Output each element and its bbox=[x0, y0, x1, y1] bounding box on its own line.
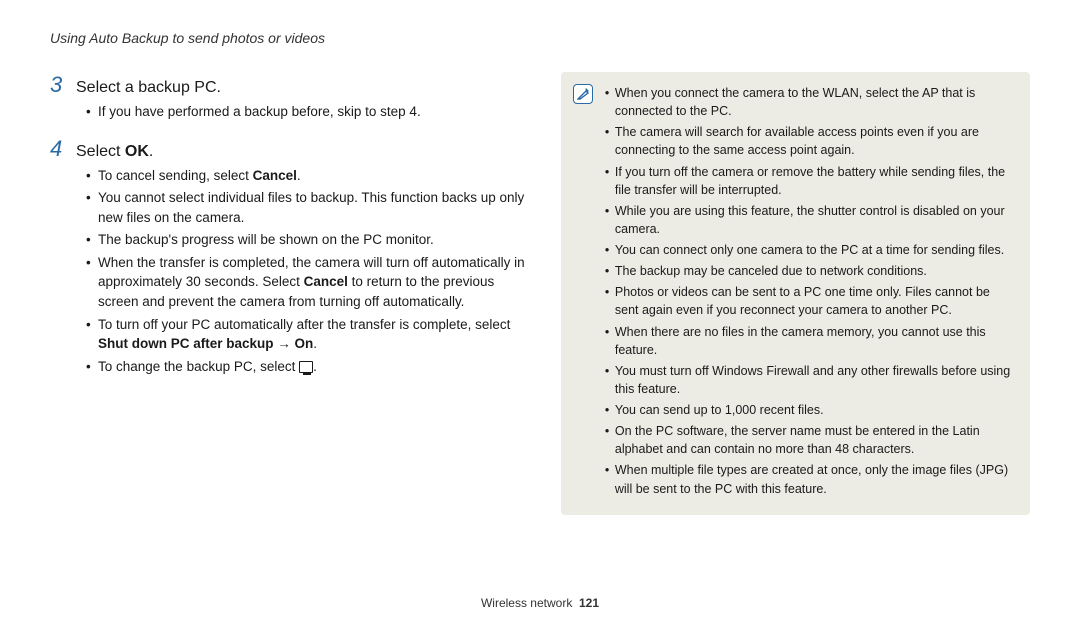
step-number: 4 bbox=[50, 136, 66, 162]
bullet-pre: To change the backup PC, select bbox=[98, 359, 299, 374]
note-icon bbox=[573, 84, 593, 104]
bullet-post: . bbox=[313, 336, 317, 351]
note-item: Photos or videos can be sent to a PC one… bbox=[605, 283, 1014, 319]
step-4-bullets: To cancel sending, select Cancel. You ca… bbox=[50, 166, 537, 377]
note-item: You must turn off Windows Firewall and a… bbox=[605, 362, 1014, 398]
list-item: When the transfer is completed, the came… bbox=[86, 253, 537, 312]
page: Using Auto Backup to send photos or vide… bbox=[0, 0, 1080, 515]
footer-page-number: 121 bbox=[579, 596, 599, 610]
step-title-bold: OK bbox=[125, 143, 149, 160]
note-item: If you turn off the camera or remove the… bbox=[605, 163, 1014, 199]
list-item: The backup's progress will be shown on t… bbox=[86, 230, 537, 250]
bullet-text: You cannot select individual files to ba… bbox=[98, 190, 524, 225]
footer-section: Wireless network bbox=[481, 596, 572, 610]
note-item: You can send up to 1,000 recent files. bbox=[605, 401, 1014, 419]
bullet-text: The backup's progress will be shown on t… bbox=[98, 232, 434, 247]
bullet-text: If you have performed a backup before, s… bbox=[98, 104, 421, 119]
note-item: On the PC software, the server name must… bbox=[605, 422, 1014, 458]
left-column: 3 Select a backup PC. If you have perfor… bbox=[50, 72, 537, 515]
page-footer: Wireless network 121 bbox=[0, 596, 1080, 610]
monitor-icon bbox=[299, 361, 313, 373]
notes-list: When you connect the camera to the WLAN,… bbox=[605, 84, 1014, 498]
right-column: When you connect the camera to the WLAN,… bbox=[561, 72, 1030, 515]
bullet-pre: To turn off your PC automatically after … bbox=[98, 317, 510, 332]
list-item: To turn off your PC automatically after … bbox=[86, 315, 537, 354]
step-title-text: Select a backup PC. bbox=[76, 79, 221, 96]
breadcrumb-title: Using Auto Backup to send photos or vide… bbox=[50, 30, 1030, 46]
step-title-pre: Select bbox=[76, 143, 125, 160]
note-item: While you are using this feature, the sh… bbox=[605, 202, 1014, 238]
note-item: You can connect only one camera to the P… bbox=[605, 241, 1014, 259]
bullet-bold: Shut down PC after backup → On bbox=[98, 336, 313, 351]
step-3-bullets: If you have performed a backup before, s… bbox=[50, 102, 537, 122]
step-3: 3 Select a backup PC. bbox=[50, 72, 537, 98]
bullet-pre: To cancel sending, select bbox=[98, 168, 253, 183]
note-item: The backup may be canceled due to networ… bbox=[605, 262, 1014, 280]
bullet-bold: Cancel bbox=[304, 274, 348, 289]
bullet-post: . bbox=[313, 359, 317, 374]
list-item: If you have performed a backup before, s… bbox=[86, 102, 537, 122]
note-item: When multiple file types are created at … bbox=[605, 461, 1014, 497]
note-box: When you connect the camera to the WLAN,… bbox=[561, 72, 1030, 515]
list-item: To cancel sending, select Cancel. bbox=[86, 166, 537, 186]
bullet-post: . bbox=[297, 168, 301, 183]
step-title-post: . bbox=[149, 143, 153, 160]
note-item: When you connect the camera to the WLAN,… bbox=[605, 84, 1014, 120]
step-title: Select OK. bbox=[76, 143, 153, 161]
list-item: To change the backup PC, select . bbox=[86, 357, 537, 377]
content-columns: 3 Select a backup PC. If you have perfor… bbox=[50, 72, 1030, 515]
note-item: When there are no files in the camera me… bbox=[605, 323, 1014, 359]
step-4: 4 Select OK. bbox=[50, 136, 537, 162]
step-title: Select a backup PC. bbox=[76, 79, 221, 97]
step-number: 3 bbox=[50, 72, 66, 98]
note-item: The camera will search for available acc… bbox=[605, 123, 1014, 159]
bullet-bold: Cancel bbox=[253, 168, 297, 183]
list-item: You cannot select individual files to ba… bbox=[86, 188, 537, 227]
